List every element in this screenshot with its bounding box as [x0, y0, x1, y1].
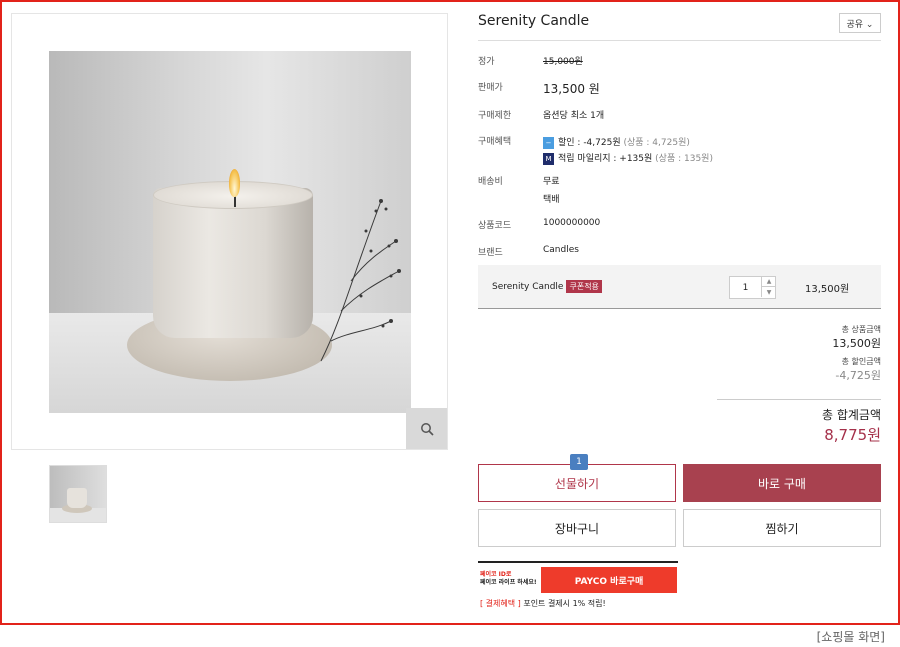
mileage-detail: (상품 : 135원) [655, 154, 713, 164]
quantity-down-icon[interactable]: ▼ [761, 287, 776, 297]
photo-candle-jar [153, 188, 313, 338]
payco-banner: 페이코 ID로 페이코 라이프 하세요! PAYCO 바로구매 [478, 561, 678, 593]
title-divider [478, 40, 881, 41]
shipping-value: 무료 [543, 177, 560, 187]
photo-candle-flame [229, 169, 240, 197]
step-badge: 1 [570, 454, 588, 470]
sale-price-label: 판매가 [478, 83, 503, 93]
discount-text: 할인 : -4,725원 [558, 138, 621, 148]
option-name-text: Serenity Candle [492, 282, 564, 292]
quantity-stepper[interactable]: 1 ▲ ▼ [729, 276, 776, 299]
mileage-text: 적립 마일리지 : +135원 [558, 154, 653, 164]
option-name: Serenity Candle 쿠폰적용 [492, 280, 602, 293]
mileage-line: M 적립 마일리지 : +135원 (상품 : 135원) [543, 151, 713, 165]
discount-detail: (상품 : 4,725원) [623, 138, 690, 148]
mileage-badge-icon: M [543, 152, 554, 165]
benefit-label: 구매혜택 [478, 137, 512, 147]
magnifier-icon [420, 422, 434, 436]
product-total: 총 상품금액 13,500원 [832, 324, 881, 351]
product-photo[interactable] [49, 51, 411, 413]
product-code-value: 1000000000 [543, 218, 601, 228]
discount-total-value: -4,725원 [835, 369, 881, 382]
brand-label: 브랜드 [478, 248, 503, 258]
sale-price-value: 13,500 원 [543, 82, 600, 96]
option-price: 13,500원 [805, 284, 850, 295]
share-button[interactable]: 공유 ⌄ [839, 13, 881, 33]
thumb-jar [67, 488, 87, 508]
coupon-tag: 쿠폰적용 [566, 280, 602, 293]
wishlist-button[interactable]: 찜하기 [683, 509, 881, 547]
discount-badge-icon: − [543, 136, 554, 149]
selected-option: Serenity Candle 쿠폰적용 1 ▲ ▼ 13,500원 [478, 265, 881, 309]
payco-note-tag: [ 결제혜택 ] [480, 599, 521, 608]
payco-line1: 페이코 ID로 [480, 571, 512, 578]
payco-line2: 페이코 라이프 하세요! [480, 579, 537, 586]
add-to-cart-button[interactable]: 장바구니 [478, 509, 676, 547]
total-divider [717, 399, 881, 400]
discount-line: − 할인 : -4,725원 (상품 : 4,725원) [543, 135, 690, 149]
payco-buy-button[interactable]: PAYCO 바로구매 [541, 567, 677, 593]
product-code-label: 상품코드 [478, 221, 512, 231]
payco-note: [ 결제혜택 ] 포인트 결제시 1% 적립! [480, 598, 606, 609]
list-price-value: 15,000원 [543, 57, 583, 67]
grand-total-label: 총 합계금액 [821, 408, 881, 422]
main-image-container [11, 13, 448, 450]
buy-now-button[interactable]: 바로 구매 [683, 464, 881, 502]
discount-total-label: 총 할인금액 [841, 357, 881, 366]
photo-dried-flowers [320, 199, 401, 362]
payco-note-text: 포인트 결제시 1% 적립! [523, 599, 606, 608]
purchase-limit-label: 구매제한 [478, 111, 512, 121]
shipping-label: 배송비 [478, 177, 503, 187]
screen-caption: [쇼핑몰 화면] [816, 630, 885, 644]
product-total-label: 총 상품금액 [841, 325, 881, 334]
grand-total-value: 8,775원 [824, 426, 881, 444]
quantity-up-icon[interactable]: ▲ [761, 277, 776, 287]
shipping-method: 택배 [543, 195, 560, 205]
purchase-limit-value: 옵션당 최소 1개 [543, 111, 605, 121]
discount-total: 총 할인금액 -4,725원 [835, 356, 881, 383]
quantity-input[interactable]: 1 [730, 277, 761, 298]
thumbnail-image[interactable] [49, 465, 107, 523]
product-title: Serenity Candle [478, 13, 590, 29]
brand-value: Candles [543, 245, 579, 255]
list-price-label: 정가 [478, 57, 495, 67]
zoom-button[interactable] [406, 408, 447, 449]
product-total-value: 13,500원 [832, 337, 881, 350]
payco-promo-text: 페이코 ID로 페이코 라이프 하세요! [480, 571, 537, 587]
